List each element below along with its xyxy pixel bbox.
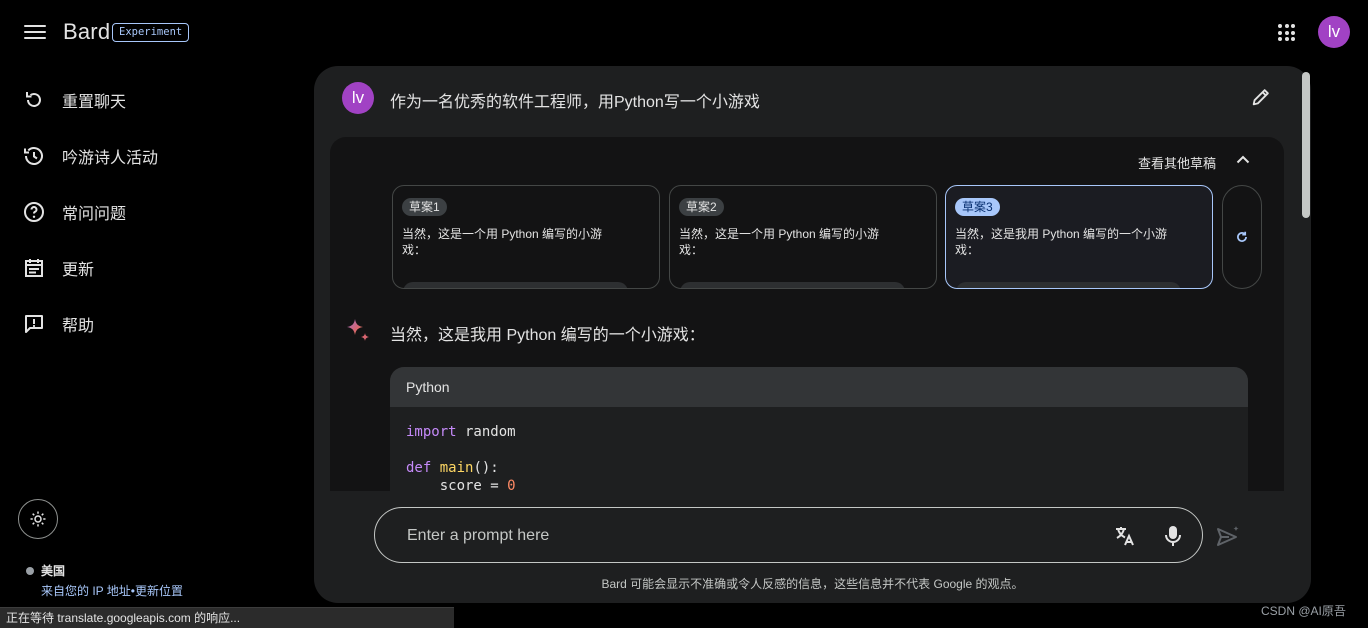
user-avatar: lv	[342, 82, 374, 114]
draft-preview: 当然，这是我用 Python 编写的一个小游戏：	[955, 227, 1168, 257]
location-dot-icon	[26, 567, 34, 575]
sidebar-item-label: 常问问题	[62, 206, 127, 223]
watermark: CSDN @AI原吾	[1261, 604, 1346, 618]
code-language-label: Python	[390, 367, 1248, 407]
account-avatar[interactable]: lv	[1318, 16, 1350, 48]
code-content: import random def main(): score = 0	[390, 407, 1248, 491]
help-circle-icon	[24, 202, 44, 222]
history-icon	[24, 147, 43, 165]
location-source: 来自您的 IP 地址•更新位置	[41, 582, 183, 599]
draft-code-preview	[403, 282, 628, 288]
user-question: 作为一名优秀的软件工程师，用Python写一个小游戏	[390, 94, 760, 111]
code-text: score =	[406, 478, 508, 491]
sidebar-item-label: 更新	[62, 262, 95, 279]
draft-preview: 当然，这是一个用 Python 编写的小游戏：	[402, 227, 603, 257]
code-keyword: import	[406, 424, 457, 440]
sidebar-item-label: 帮助	[62, 318, 95, 335]
sidebar-item-activity[interactable]: 吟游诗人活动	[22, 140, 158, 172]
bard-sparkle-icon	[347, 319, 369, 341]
theme-toggle-button[interactable]	[18, 499, 58, 539]
app-brand: Bard	[63, 19, 111, 44]
location-country: 美国	[41, 564, 66, 578]
translate-icon[interactable]	[1113, 524, 1137, 548]
code-number: 0	[507, 478, 516, 491]
apps-grid-icon[interactable]	[1278, 24, 1295, 41]
panel-scrollbar[interactable]	[1302, 72, 1310, 218]
location-from-ip: 来自您的 IP 地址	[41, 584, 131, 598]
code-keyword: def	[406, 460, 432, 476]
send-icon[interactable]	[1215, 524, 1241, 550]
sun-icon	[30, 511, 46, 527]
sidebar-item-label: 重置聊天	[62, 94, 127, 111]
regenerate-drafts-button[interactable]	[1222, 185, 1262, 289]
prompt-box	[374, 507, 1203, 563]
calendar-icon	[25, 259, 43, 277]
draft-code-preview	[680, 282, 905, 288]
chevron-up-icon[interactable]	[1236, 154, 1250, 164]
refresh-icon	[1237, 231, 1247, 242]
chat-panel: lv 作为一名优秀的软件工程师，用Python写一个小游戏 查看其他草稿 草案1…	[314, 66, 1311, 603]
browser-status-bar: 正在等待 translate.googleapis.com 的响应...	[0, 607, 454, 628]
draft-tag: 草案3	[955, 198, 1000, 216]
response-text: 当然，这是我用 Python 编写的一个小游戏：	[390, 327, 705, 344]
sidebar-item-faq[interactable]: 常问问题	[22, 196, 126, 228]
draft-preview: 当然，这是一个用 Python 编写的小游戏：	[679, 227, 880, 257]
main-menu-button[interactable]	[24, 22, 46, 42]
code-text: ():	[473, 460, 499, 476]
prompt-input[interactable]	[405, 522, 1089, 550]
draft-card-1[interactable]: 草案1 当然，这是一个用 Python 编写的小游戏：	[392, 185, 660, 289]
update-location-link[interactable]: 更新位置	[135, 584, 183, 598]
feedback-icon	[25, 315, 43, 333]
draft-tag: 草案2	[679, 198, 724, 216]
draft-code-preview	[956, 282, 1181, 288]
draft-card-3[interactable]: 草案3 当然，这是我用 Python 编写的一个小游戏：	[945, 185, 1213, 289]
code-block: Python import random def main(): score =…	[390, 367, 1248, 491]
microphone-icon[interactable]	[1162, 524, 1184, 548]
sidebar-item-reset-chat[interactable]: 重置聊天	[22, 84, 126, 116]
draft-card-2[interactable]: 草案2 当然，这是一个用 Python 编写的小游戏：	[669, 185, 937, 289]
reset-icon	[26, 92, 41, 107]
disclaimer-text: Bard 可能会显示不准确或令人反感的信息，这些信息并不代表 Google 的观…	[601, 577, 1024, 591]
code-text: random	[456, 424, 516, 440]
edit-pencil-icon[interactable]	[1250, 86, 1272, 108]
sidebar-item-label: 吟游诗人活动	[62, 150, 159, 167]
draft-tag: 草案1	[402, 198, 447, 216]
sidebar-item-updates[interactable]: 更新	[22, 252, 94, 284]
experiment-badge: Experiment	[112, 23, 190, 42]
response-card: 查看其他草稿 草案1 当然，这是一个用 Python 编写的小游戏： 草案2 当…	[330, 137, 1284, 491]
code-function: main	[439, 460, 474, 476]
sidebar-item-help[interactable]: 帮助	[22, 308, 94, 340]
view-other-drafts-toggle[interactable]: 查看其他草稿	[1138, 153, 1216, 172]
